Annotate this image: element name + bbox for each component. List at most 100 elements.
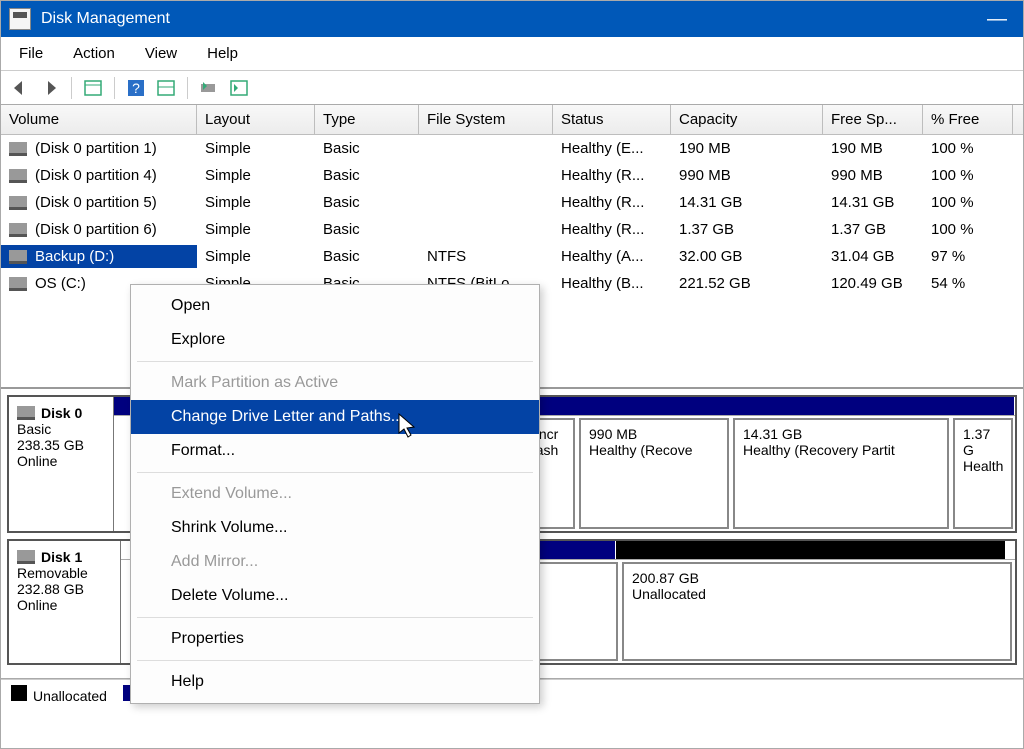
svg-text:?: ? bbox=[132, 80, 140, 96]
menu-help[interactable]: Help bbox=[197, 41, 248, 66]
menu-separator bbox=[137, 660, 533, 661]
cell: Healthy (B... bbox=[553, 272, 671, 295]
menu-item[interactable]: Open bbox=[131, 289, 539, 323]
cell: 1.37 GB bbox=[671, 218, 823, 241]
cell: Basic bbox=[315, 164, 419, 187]
volume-row[interactable]: (Disk 0 partition 5)SimpleBasicHealthy (… bbox=[1, 189, 1023, 216]
cell: 190 MB bbox=[823, 137, 923, 160]
cell: NTFS bbox=[419, 245, 553, 268]
col-fs[interactable]: File System bbox=[419, 105, 553, 134]
cell: Simple bbox=[197, 137, 315, 160]
detail-icon[interactable] bbox=[153, 75, 179, 101]
col-pct[interactable]: % Free bbox=[923, 105, 1013, 134]
cell: Basic bbox=[315, 137, 419, 160]
refresh-icon[interactable] bbox=[196, 75, 222, 101]
disk-icon bbox=[17, 550, 35, 564]
toolbar: ? bbox=[1, 71, 1023, 105]
cell: 990 MB bbox=[823, 164, 923, 187]
menu-item[interactable]: Delete Volume... bbox=[131, 579, 539, 613]
menu-item[interactable]: Properties bbox=[131, 622, 539, 656]
separator bbox=[114, 77, 115, 99]
cell: 100 % bbox=[923, 137, 1013, 160]
cell: 221.52 GB bbox=[671, 272, 823, 295]
volume-icon bbox=[9, 196, 27, 210]
col-volume[interactable]: Volume bbox=[1, 105, 197, 134]
disk0-state: Online bbox=[17, 453, 105, 469]
disk1-info: Disk 1 Removable 232.88 GB Online bbox=[9, 541, 121, 663]
cell: Healthy (A... bbox=[553, 245, 671, 268]
app-icon bbox=[9, 8, 31, 30]
disk-partition[interactable]: 14.31 GB Healthy (Recovery Partit bbox=[733, 418, 949, 529]
cell: 100 % bbox=[923, 164, 1013, 187]
volume-row[interactable]: (Disk 0 partition 4)SimpleBasicHealthy (… bbox=[1, 162, 1023, 189]
cell: (Disk 0 partition 5) bbox=[1, 191, 197, 214]
menu-item[interactable]: Help bbox=[131, 665, 539, 699]
disk-icon bbox=[17, 406, 35, 420]
title-bar: Disk Management — bbox=[1, 1, 1023, 37]
disk-partition[interactable]: 200.87 GB Unallocated bbox=[622, 562, 1012, 661]
cell: 14.31 GB bbox=[823, 191, 923, 214]
volume-row[interactable]: Backup (D:)SimpleBasicNTFSHealthy (A...3… bbox=[1, 243, 1023, 270]
back-button[interactable] bbox=[7, 75, 33, 101]
col-layout[interactable]: Layout bbox=[197, 105, 315, 134]
disk-partition[interactable]: 1.37 G Health bbox=[953, 418, 1013, 529]
forward-button[interactable] bbox=[37, 75, 63, 101]
cell: Simple bbox=[197, 164, 315, 187]
disk0-info: Disk 0 Basic 238.35 GB Online bbox=[9, 397, 114, 531]
cell: Healthy (R... bbox=[553, 191, 671, 214]
menu-separator bbox=[137, 617, 533, 618]
cell: Healthy (R... bbox=[553, 218, 671, 241]
cell: Backup (D:) bbox=[1, 245, 197, 268]
cell: Simple bbox=[197, 191, 315, 214]
col-type[interactable]: Type bbox=[315, 105, 419, 134]
menu-item[interactable]: Format... bbox=[131, 434, 539, 468]
cell: Simple bbox=[197, 245, 315, 268]
cell: 100 % bbox=[923, 191, 1013, 214]
volume-icon bbox=[9, 142, 27, 156]
cell bbox=[419, 146, 553, 152]
menu-item: Add Mirror... bbox=[131, 545, 539, 579]
disk0-type: Basic bbox=[17, 421, 105, 437]
cell: Basic bbox=[315, 245, 419, 268]
properties-icon[interactable] bbox=[226, 75, 252, 101]
cell: (Disk 0 partition 1) bbox=[1, 137, 197, 160]
col-cap[interactable]: Capacity bbox=[671, 105, 823, 134]
menu-item: Mark Partition as Active bbox=[131, 366, 539, 400]
volume-icon bbox=[9, 250, 27, 264]
menu-file[interactable]: File bbox=[9, 41, 53, 66]
volume-icon bbox=[9, 169, 27, 183]
menu-item[interactable]: Change Drive Letter and Paths... bbox=[131, 400, 539, 434]
col-status[interactable]: Status bbox=[553, 105, 671, 134]
volume-header: Volume Layout Type File System Status Ca… bbox=[1, 105, 1023, 135]
menu-separator bbox=[137, 472, 533, 473]
menu-item: Extend Volume... bbox=[131, 477, 539, 511]
cell bbox=[419, 200, 553, 206]
cell: Simple bbox=[197, 218, 315, 241]
cell: 14.31 GB bbox=[671, 191, 823, 214]
cell: 100 % bbox=[923, 218, 1013, 241]
cell: 31.04 GB bbox=[823, 245, 923, 268]
volume-icon bbox=[9, 277, 27, 291]
disk-partition[interactable]: 990 MB Healthy (Recove bbox=[579, 418, 729, 529]
volume-row[interactable]: (Disk 0 partition 6)SimpleBasicHealthy (… bbox=[1, 216, 1023, 243]
context-menu: OpenExplore Mark Partition as ActiveChang… bbox=[130, 284, 540, 704]
cell: 32.00 GB bbox=[671, 245, 823, 268]
disk0-name: Disk 0 bbox=[41, 405, 82, 421]
cell: (Disk 0 partition 6) bbox=[1, 218, 197, 241]
disk0-size: 238.35 GB bbox=[17, 437, 105, 453]
window-title: Disk Management bbox=[41, 10, 977, 28]
minimize-button[interactable]: — bbox=[977, 8, 1017, 31]
cell: Healthy (R... bbox=[553, 164, 671, 187]
volume-row[interactable]: (Disk 0 partition 1)SimpleBasicHealthy (… bbox=[1, 135, 1023, 162]
cell: 1.37 GB bbox=[823, 218, 923, 241]
menu-view[interactable]: View bbox=[135, 41, 187, 66]
menu-item[interactable]: Shrink Volume... bbox=[131, 511, 539, 545]
volume-body: (Disk 0 partition 1)SimpleBasicHealthy (… bbox=[1, 135, 1023, 297]
cell bbox=[419, 173, 553, 179]
menu-action[interactable]: Action bbox=[63, 41, 125, 66]
help-icon[interactable]: ? bbox=[123, 75, 149, 101]
col-free[interactable]: Free Sp... bbox=[823, 105, 923, 134]
menu-item[interactable]: Explore bbox=[131, 323, 539, 357]
legend-unalloc: Unallocated bbox=[11, 685, 107, 704]
view-icon[interactable] bbox=[80, 75, 106, 101]
